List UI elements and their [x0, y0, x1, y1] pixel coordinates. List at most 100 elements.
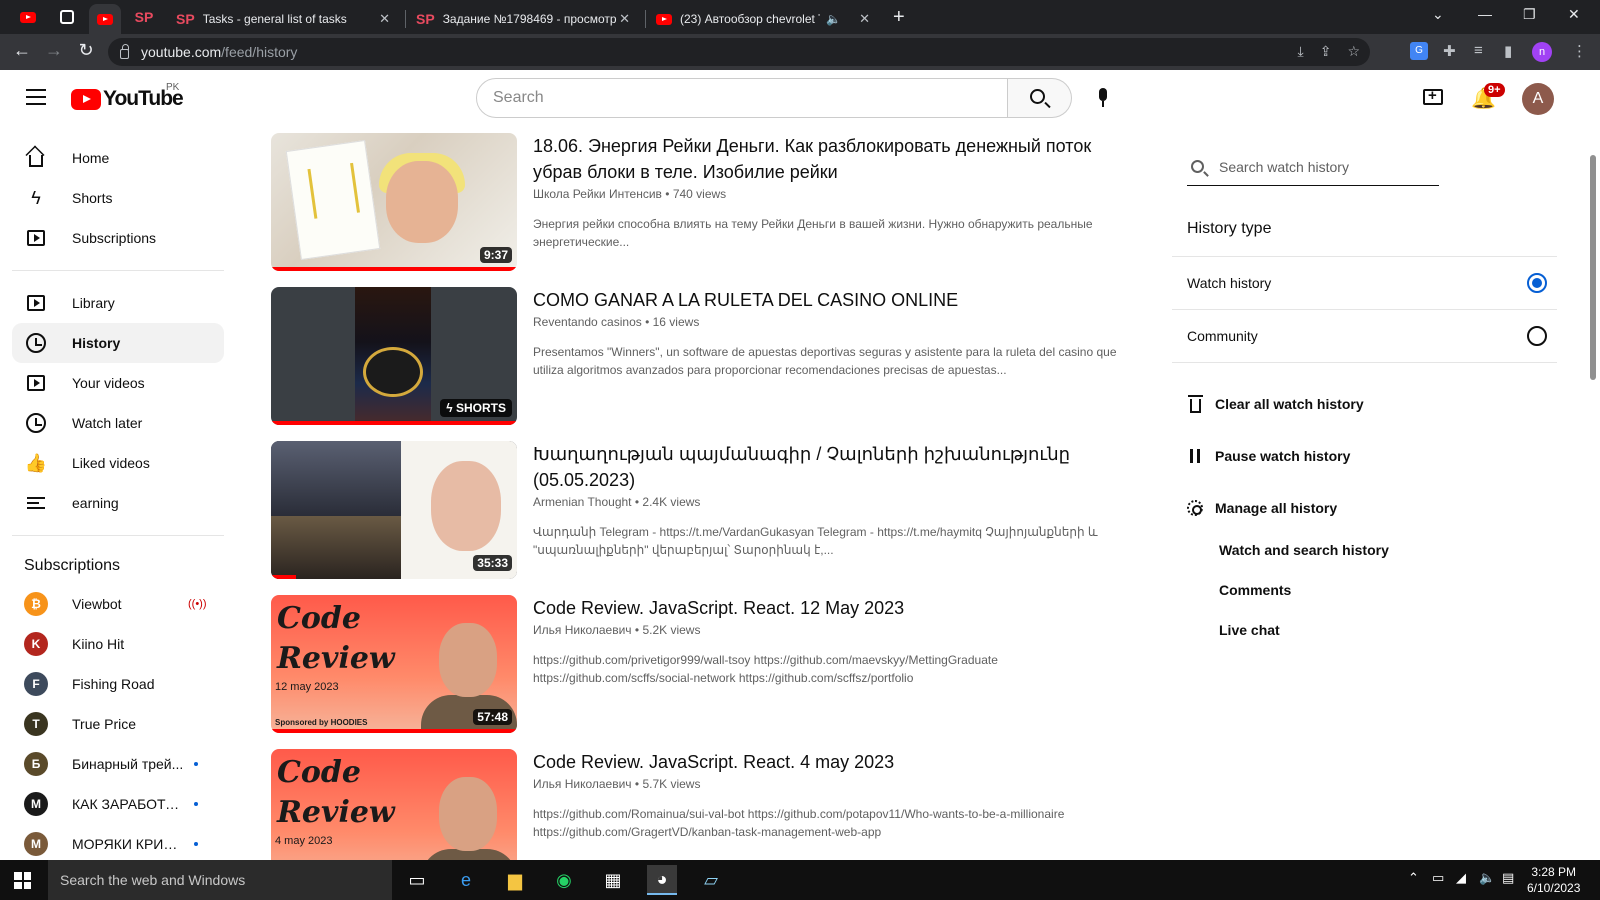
link-live-chat[interactable]: Live chat [1219, 622, 1280, 638]
guide-item-liked-videos[interactable]: 👍 Liked videos [12, 443, 224, 483]
whatsapp-icon[interactable]: ◉ [549, 865, 579, 895]
history-search[interactable] [1187, 150, 1439, 186]
video-thumbnail[interactable]: ϟ SHORTS [271, 287, 517, 425]
store-icon[interactable]: ▦ [598, 865, 628, 895]
audio-playing-icon[interactable]: 🔈 [826, 12, 841, 26]
video-title[interactable]: 18.06. Энергия Рейки Деньги. Как разблок… [533, 133, 1123, 185]
create-video-icon[interactable] [1423, 87, 1443, 105]
subscription-item[interactable]: K Kiino Hit [12, 624, 224, 664]
tab-assignment[interactable]: SP Задание №1798469 - просмотр ✕ [406, 4, 640, 34]
side-panel-icon[interactable]: ▮ [1504, 42, 1512, 60]
tab-tasks[interactable]: SP Tasks - general list of tasks ✕ [166, 4, 400, 34]
history-video-item[interactable]: ϟ SHORTS COMO GANAR A LA RULETA DEL CASI… [271, 287, 1131, 427]
volume-icon[interactable]: 🔈 [1479, 870, 1495, 886]
extensions-puzzle-icon[interactable]: ✚ [1443, 42, 1456, 60]
history-search-input[interactable] [1219, 156, 1439, 178]
channel-name[interactable]: Илья Николаевич [533, 623, 632, 637]
video-thumbnail[interactable]: 9:37 [271, 133, 517, 271]
minimize-icon[interactable]: — [1478, 6, 1492, 22]
task-view-icon[interactable]: ▭ [402, 865, 432, 895]
guide-item-subscriptions[interactable]: Subscriptions [12, 218, 224, 258]
voice-search-icon[interactable] [1099, 88, 1107, 107]
video-title[interactable]: Code Review. JavaScript. React. 12 May 2… [533, 595, 1123, 621]
guide-item-playlist-earning[interactable]: earning [12, 483, 224, 523]
guide-item-library[interactable]: Library [12, 283, 224, 323]
notepad-icon[interactable]: ▱ [696, 865, 726, 895]
battery-icon[interactable]: ▭ [1432, 870, 1444, 886]
install-app-icon[interactable]: ⤓ [1298, 43, 1304, 60]
search-button[interactable] [1008, 78, 1072, 118]
subscription-item[interactable]: T True Price [12, 704, 224, 744]
guide-item-your-videos[interactable]: Your videos [12, 363, 224, 403]
history-video-item[interactable]: Code Review 4 may 2023 Code Review. Java… [271, 749, 1131, 860]
video-title[interactable]: COMO GANAR A LA RULETA DEL CASINO ONLINE [533, 287, 1123, 313]
lock-icon[interactable] [120, 44, 129, 59]
video-thumbnail[interactable]: Code Review 4 may 2023 [271, 749, 517, 860]
pinned-tab-youtube[interactable] [12, 5, 44, 29]
subscription-item[interactable]: M КАК ЗАРАБОТА... [12, 784, 224, 824]
taskbar-clock[interactable]: 3:28 PM 6/10/2023 [1527, 864, 1580, 896]
close-tab-icon[interactable]: ✕ [619, 11, 630, 27]
account-avatar[interactable]: A [1522, 83, 1554, 115]
media-control-icon[interactable]: ≡ [1474, 42, 1483, 59]
video-title[interactable]: Code Review. JavaScript. React. 4 may 20… [533, 749, 1123, 775]
wifi-icon[interactable]: ◢ [1456, 870, 1466, 886]
link-comments[interactable]: Comments [1219, 582, 1291, 598]
tab-autoreview[interactable]: (23) Автообзор chevrolet TA 🔈 ✕ [646, 4, 880, 34]
guide-item-watch-later[interactable]: Watch later [12, 403, 224, 443]
subscription-item[interactable]: Б Бинарный трей... [12, 744, 224, 784]
video-title[interactable]: Խաղաղության պայմանագիր / Չալոների իշխանո… [533, 441, 1123, 493]
back-icon[interactable]: ← [10, 40, 34, 61]
channel-name[interactable]: Reventando casinos [533, 315, 642, 329]
chrome-menu-icon[interactable]: ⋮ [1572, 42, 1587, 60]
history-option-community[interactable]: Community [1187, 310, 1547, 362]
address-bar[interactable]: youtube.com/feed/history ⤓ ⇪ ☆ [108, 38, 1370, 66]
page-scrollbar[interactable] [1590, 155, 1596, 380]
restore-icon[interactable]: ❐ [1523, 6, 1536, 23]
subscription-item[interactable]: ₿ Viewbot ((•)) [12, 584, 224, 624]
tab-search-icon[interactable]: ⌄ [1432, 6, 1444, 23]
channel-name[interactable]: Школа Рейки Интенсив [533, 187, 662, 201]
channel-name[interactable]: Armenian Thought [533, 495, 632, 509]
close-tab-icon[interactable]: ✕ [379, 11, 390, 27]
forward-icon[interactable]: → [42, 40, 66, 61]
tray-chevron-icon[interactable]: ⌃ [1408, 870, 1419, 886]
taskbar-search[interactable]: Search the web and Windows [48, 860, 392, 900]
pinned-tab-sp[interactable]: SP [128, 5, 160, 29]
radio-unselected-icon[interactable] [1527, 326, 1547, 346]
clear-history-button[interactable]: Clear all watch history [1187, 386, 1364, 422]
guide-item-shorts[interactable]: ϟ Shorts [12, 178, 224, 218]
profile-icon[interactable]: n [1532, 42, 1552, 62]
history-video-item[interactable]: 35:33 Խաղաղության պայմանագիր / Չալոների … [271, 441, 1131, 581]
history-video-item[interactable]: 9:37 18.06. Энергия Рейки Деньги. Как ра… [271, 133, 1131, 273]
history-video-item[interactable]: Code Review 12 may 2023 Sponsored by HOO… [271, 595, 1131, 735]
subscription-item[interactable]: F Fishing Road [12, 664, 224, 704]
history-option-watch[interactable]: Watch history [1187, 257, 1547, 309]
new-tab-button[interactable]: + [893, 6, 905, 29]
share-icon[interactable]: ⇪ [1320, 43, 1332, 60]
guide-menu-icon[interactable] [26, 89, 46, 105]
video-thumbnail[interactable]: 35:33 [271, 441, 517, 579]
video-thumbnail[interactable]: Code Review 12 may 2023 Sponsored by HOO… [271, 595, 517, 733]
channel-name[interactable]: Илья Николаевич [533, 777, 632, 791]
reload-icon[interactable]: ↻ [74, 40, 98, 61]
search-input[interactable] [476, 78, 1008, 118]
chrome-taskbar-icon[interactable]: ◕ [647, 865, 677, 895]
edge-browser-icon[interactable]: e [451, 865, 481, 895]
guide-item-history[interactable]: History [12, 323, 224, 363]
guide-item-home[interactable]: Home [12, 138, 224, 178]
manage-history-button[interactable]: Manage all history [1187, 490, 1337, 526]
close-window-icon[interactable]: ✕ [1568, 6, 1580, 23]
pinned-tab-youtube-active[interactable] [89, 4, 121, 34]
pause-history-button[interactable]: Pause watch history [1187, 438, 1350, 474]
radio-selected-icon[interactable] [1527, 273, 1547, 293]
file-explorer-icon[interactable]: ▆ [500, 865, 530, 895]
windows-start-icon[interactable] [14, 872, 31, 889]
bookmark-star-icon[interactable]: ☆ [1347, 43, 1360, 60]
pinned-tab-docs[interactable] [51, 5, 83, 29]
translate-extension-icon[interactable]: G [1410, 42, 1428, 60]
subscription-item[interactable]: M МОРЯКИ КРИП... [12, 824, 224, 864]
action-center-icon[interactable]: ▤ [1502, 870, 1514, 886]
link-watch-search-history[interactable]: Watch and search history [1219, 542, 1389, 558]
url-text[interactable]: youtube.com/feed/history [141, 44, 297, 60]
